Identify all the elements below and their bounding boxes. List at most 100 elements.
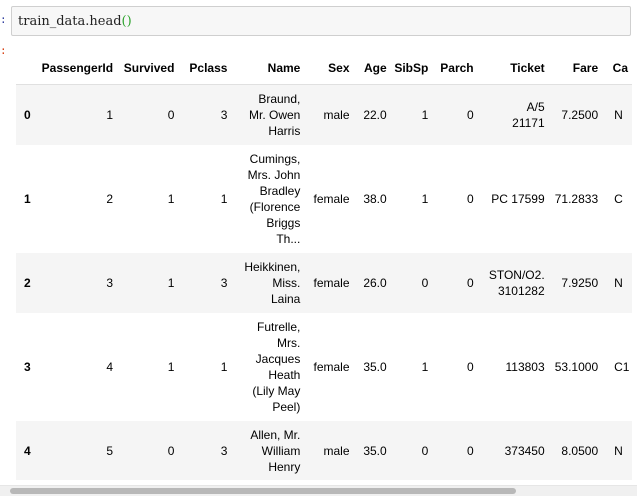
parch-cell: 0	[466, 107, 474, 122]
table-cell: 1	[106, 107, 114, 122]
table-cell: 1	[220, 191, 228, 206]
row-index: 2	[24, 275, 31, 290]
cabin-cell: C1	[614, 359, 630, 374]
sex-cell: female	[313, 275, 350, 290]
row-index: 1	[24, 191, 31, 206]
name-cell: Cumings, Mrs. John Bradley (Florence Briggs T…	[231, 145, 304, 253]
scrollbar-thumb[interactable]	[10, 488, 516, 494]
name-line: Futrelle,	[256, 319, 301, 334]
column-header: Ca	[602, 52, 632, 85]
name-line: Bradley	[259, 183, 301, 198]
column-header: PassengerId	[37, 52, 118, 85]
name-line: Cumings,	[249, 151, 301, 166]
table-cell: 1	[167, 191, 175, 206]
table-header-row: PassengerId Survived Pclass Name Sex Age SibSp…	[16, 52, 632, 85]
name-line: Briggs	[266, 215, 301, 230]
name-line: Mrs.	[277, 335, 301, 350]
name-line: Henry	[268, 459, 301, 474]
table-cell: 2	[106, 191, 114, 206]
parch-cell: 0	[466, 275, 474, 290]
parch-cell: 0	[466, 359, 474, 374]
sex-cell: female	[313, 191, 350, 206]
cabin-cell: N	[614, 107, 623, 122]
name-line: (Florence	[249, 199, 301, 214]
fare-cell: 71.2833	[554, 191, 599, 206]
table-row: 2 3 1 3 Heikkinen, Miss. Laina female 26.0 0 0 STON…	[16, 252, 632, 313]
horizontal-scrollbar[interactable]	[0, 485, 637, 496]
table-cell: 3	[220, 275, 228, 290]
fare-cell: 53.1000	[554, 359, 599, 374]
name-line: Heath	[268, 367, 301, 382]
table-cell: 3	[220, 107, 228, 122]
row-index: 4	[24, 443, 31, 458]
age-cell: 38.0	[363, 191, 387, 206]
output-prompt: :	[0, 44, 7, 57]
age-cell: 35.0	[363, 443, 387, 458]
name-line: William	[261, 443, 301, 458]
name-line: (Lily May	[252, 383, 301, 398]
table-cell: 0	[167, 443, 175, 458]
age-cell: 22.0	[363, 107, 387, 122]
cabin-cell: N	[614, 443, 623, 458]
name-line: Allen, Mr.	[250, 427, 301, 442]
fare-cell: 7.9250	[561, 275, 599, 290]
name-line: Jacques	[255, 351, 301, 366]
cabin-cell: N	[614, 275, 623, 290]
table-row: 0 1 0 3 Braund, Mr. Owen Harris male 22.0 1 0 A/5 21…	[16, 84, 632, 145]
sex-cell: male	[323, 443, 350, 458]
column-header: Survived	[117, 52, 179, 85]
row-index: 3	[24, 359, 31, 374]
column-header: Fare	[548, 52, 603, 85]
column-header: Pclass	[178, 52, 232, 85]
ticket-line: A/5	[526, 99, 545, 114]
name-cell: Futrelle, Mrs. Jacques Heath (Lily May Peel)	[231, 313, 304, 421]
table-row: 1 2 1 1 Cumings, Mrs. John Bradley (Florence Bri…	[16, 144, 632, 253]
name-cell: Allen, Mr. William Henry	[231, 421, 304, 481]
ticket-line: 3101282	[497, 283, 545, 298]
table-cell: 1	[167, 275, 175, 290]
table-cell: 1	[167, 359, 175, 374]
table-cell: 3	[106, 275, 114, 290]
name-line: Braund,	[258, 91, 301, 106]
code-input-cell[interactable]: train_data.head()	[11, 6, 631, 36]
code-parens: ()	[121, 14, 132, 29]
name-cell: Braund, Mr. Owen Harris	[231, 85, 304, 145]
fare-cell: 8.0500	[561, 443, 599, 458]
fare-cell: 7.2500	[561, 107, 599, 122]
input-prompt: :	[0, 13, 7, 26]
ticket-line: 113803	[505, 359, 545, 374]
name-line: Laina	[270, 291, 301, 306]
column-header: Name	[231, 52, 305, 85]
column-header: Parch	[432, 52, 478, 85]
name-line: Mr. Owen	[248, 107, 301, 122]
age-cell: 26.0	[363, 275, 387, 290]
name-line: Harris	[268, 123, 301, 138]
table-row: 4 5 0 3 Allen, Mr. William Henry male 35.0 0 0 3734…	[16, 420, 632, 481]
ticket-line: 373450	[504, 443, 545, 458]
table-row: 3 4 1 1 Futrelle, Mrs. Jacques Heath (Lily May Pe…	[16, 312, 632, 421]
ticket-line: 21171	[512, 115, 545, 130]
sibsp-cell: 0	[421, 443, 429, 458]
table-cell: 4	[106, 359, 114, 374]
column-header: SibSp	[390, 52, 433, 85]
table-cell: 5	[106, 443, 114, 458]
code-line: train_data.head()	[18, 14, 132, 29]
age-cell: 35.0	[363, 359, 387, 374]
ticket-line: STON/O2.	[488, 267, 545, 282]
name-line: Peel)	[272, 399, 301, 414]
sibsp-cell: 1	[421, 191, 429, 206]
ticket-cell: A/5 21171	[478, 85, 549, 145]
ticket-line: PC 17599	[491, 191, 545, 206]
cabin-cell: C	[614, 191, 623, 206]
ticket-cell: PC 17599	[478, 145, 549, 253]
parch-cell: 0	[466, 191, 474, 206]
name-line: Heikkinen,	[244, 259, 301, 274]
table-cell: 1	[220, 359, 228, 374]
column-header-index	[16, 52, 38, 85]
column-header: Ticket	[477, 52, 549, 85]
sibsp-cell: 0	[421, 275, 429, 290]
row-index: 0	[24, 107, 31, 122]
parch-cell: 0	[466, 443, 474, 458]
sex-cell: male	[323, 107, 350, 122]
ticket-cell: 113803	[478, 313, 549, 421]
